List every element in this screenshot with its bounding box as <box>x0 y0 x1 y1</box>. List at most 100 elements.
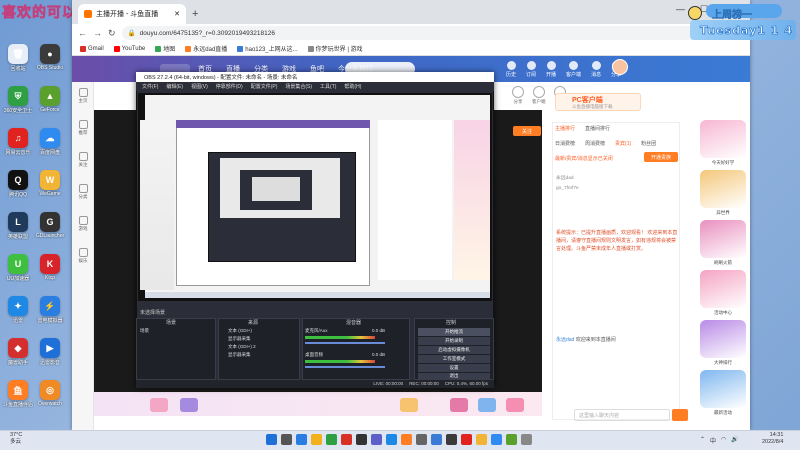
gift-item[interactable] <box>400 398 418 412</box>
reload-icon[interactable]: ↻ <box>108 28 116 39</box>
desktop-icon[interactable]: ▶ 迅雷影音 <box>35 338 65 366</box>
douyu-header-action[interactable]: 订阅 <box>526 61 536 78</box>
obs-menu-item[interactable]: 工具(T) <box>320 83 336 90</box>
douyu-side-item[interactable]: 推荐 <box>74 120 92 136</box>
start-streaming-button[interactable]: 开始推流 <box>418 328 490 336</box>
gift-item[interactable] <box>450 398 468 412</box>
activity-banner[interactable] <box>700 320 746 358</box>
douyu-side-item[interactable]: 娱乐 <box>74 248 92 264</box>
obs-menu-item[interactable]: 停靠部件(D) <box>216 83 243 90</box>
contribution-tab[interactable]: 粉丝团 <box>641 140 656 147</box>
obs-menu-item[interactable]: 场景集合(S) <box>285 83 312 90</box>
browser-tab[interactable]: 主播开播 - 斗鱼直播 ✕ <box>78 4 186 24</box>
taskbar-app-icon[interactable] <box>356 434 367 445</box>
contribution-tab[interactable]: 日消费榜 <box>555 140 575 147</box>
obs-menu-item[interactable]: 帮助(H) <box>344 83 361 90</box>
open-noble-button[interactable]: 开通贵族 <box>644 152 678 162</box>
welcome-user[interactable]: 永远dad <box>556 337 574 343</box>
taskbar-app-icon[interactable] <box>416 434 427 445</box>
activity-banner[interactable] <box>700 370 746 408</box>
rank-tab[interactable]: 直播间排行 <box>585 125 610 132</box>
taskbar-app-icon[interactable] <box>401 434 412 445</box>
taskbar-app-icon[interactable] <box>341 434 352 445</box>
desktop-icon[interactable]: U UU加速器 <box>3 254 33 282</box>
contribution-tab[interactable]: 贵宾(1) <box>615 140 631 147</box>
forward-icon[interactable]: → <box>93 28 102 38</box>
obs-menu-item[interactable]: 文件(F) <box>142 83 158 90</box>
exit-button[interactable]: 退出 <box>418 373 490 379</box>
chat-input[interactable]: 这里输入聊天内容 <box>574 409 670 421</box>
desktop-icon[interactable]: ● OBS Studio <box>35 44 65 71</box>
obs-volume-slider[interactable] <box>305 342 385 344</box>
desktop-icon[interactable]: ◎ Overwatch <box>35 380 65 407</box>
obs-volume-slider[interactable] <box>305 366 385 368</box>
taskbar-app-icon[interactable] <box>446 434 457 445</box>
back-icon[interactable]: ← <box>78 28 87 38</box>
bookmark-item[interactable]: 永远dad直播 <box>185 44 227 53</box>
obs-source-item[interactable]: 显示器采集 <box>228 336 251 342</box>
close-tab-icon[interactable]: ✕ <box>174 10 180 18</box>
desktop-icon[interactable]: G GDLauncher <box>35 212 65 239</box>
obs-menu-item[interactable]: 编辑(E) <box>166 83 183 90</box>
taskbar-app-icon[interactable] <box>491 434 502 445</box>
address-bar[interactable]: 🔒 douyu.com/6475135?_r=0.309201949321812… <box>121 26 715 40</box>
douyu-header-action[interactable]: 消息 <box>591 61 601 78</box>
douyu-side-item[interactable]: 游戏 <box>74 216 92 232</box>
desktop-icon[interactable]: L 英雄联盟 <box>3 212 33 240</box>
gift-item[interactable] <box>478 398 496 412</box>
taskbar-app-icon[interactable] <box>476 434 487 445</box>
desktop-icon[interactable]: K Ktcp <box>35 254 65 281</box>
wifi-icon[interactable]: ◠ <box>721 436 726 445</box>
desktop-icon[interactable]: 🗑 回收站 <box>3 44 33 72</box>
douyu-side-item[interactable]: 分类 <box>74 184 92 200</box>
stream-action[interactable]: 分享 <box>512 86 524 105</box>
obs-scene-item[interactable]: 场景 <box>140 328 149 334</box>
obs-source-item[interactable]: 文本 (GDI+) 2 <box>228 344 256 350</box>
obs-menu-item[interactable]: 配置文件(P) <box>251 83 278 90</box>
start-icon[interactable] <box>266 434 277 445</box>
douyu-side-item[interactable]: 关注 <box>74 152 92 168</box>
desktop-icon[interactable]: ⛨ 360安全卫士 <box>3 86 33 114</box>
bookmark-item[interactable]: hao123_上网从这... <box>237 44 298 53</box>
gift-item[interactable] <box>180 398 198 412</box>
bookmark-item[interactable]: 你梦玩世界 | 游戏 <box>307 44 363 53</box>
douyu-side-item[interactable]: 主页 <box>74 88 92 104</box>
desktop-icon[interactable]: W WeGame <box>35 170 65 197</box>
send-button[interactable] <box>672 409 688 421</box>
taskbar-app-icon[interactable] <box>296 434 307 445</box>
bookmark-item[interactable]: 地图 <box>155 44 175 53</box>
activity-banner[interactable] <box>700 270 746 308</box>
taskbar-app-icon[interactable] <box>506 434 517 445</box>
gift-item[interactable] <box>150 398 168 412</box>
avatar[interactable] <box>612 59 628 75</box>
desktop-icon[interactable]: ◆ 魔兽助手 <box>3 338 33 366</box>
studio-mode-button[interactable]: 工作室模式 <box>418 355 490 363</box>
bookmark-item[interactable]: YouTube <box>113 45 145 52</box>
contribution-tab[interactable]: 周消费榜 <box>585 140 605 147</box>
follow-button[interactable]: 关注 <box>513 126 541 136</box>
volume-icon[interactable]: 🔊 <box>731 436 738 445</box>
desktop-icon[interactable]: Q 腾讯QQ <box>3 170 33 198</box>
clock[interactable]: 14:31 2022/8/4 <box>762 432 783 446</box>
taskbar-app-icon[interactable] <box>326 434 337 445</box>
bookmark-item[interactable]: Gmail <box>80 45 104 52</box>
stream-action[interactable]: 客户端 <box>532 86 546 105</box>
lang-indicator[interactable]: 中 <box>710 436 716 445</box>
desktop-icon[interactable]: 鱼斗鱼直播伴侣 <box>3 380 33 408</box>
douyu-header-action[interactable]: 历史 <box>506 61 516 78</box>
gift-item[interactable] <box>506 398 524 412</box>
douyu-header-action[interactable]: 客户端 <box>566 61 581 78</box>
taskbar-app-icon[interactable] <box>431 434 442 445</box>
activity-banner[interactable] <box>700 170 746 208</box>
obs-source-item[interactable]: 文本 (GDI+) <box>228 328 252 334</box>
rank-tab[interactable]: 主播排行 <box>555 125 575 132</box>
settings-button[interactable]: 设置 <box>418 364 490 372</box>
taskbar-app-icon[interactable] <box>461 434 472 445</box>
taskbar-app-icon[interactable] <box>281 434 292 445</box>
taskbar-app-icon[interactable] <box>371 434 382 445</box>
taskbar-app-icon[interactable] <box>311 434 322 445</box>
activity-banner[interactable] <box>700 220 746 258</box>
weather-widget[interactable]: 37°C 多云 <box>10 432 22 446</box>
activity-banner[interactable] <box>700 120 746 158</box>
new-tab-button[interactable]: + <box>192 8 198 20</box>
